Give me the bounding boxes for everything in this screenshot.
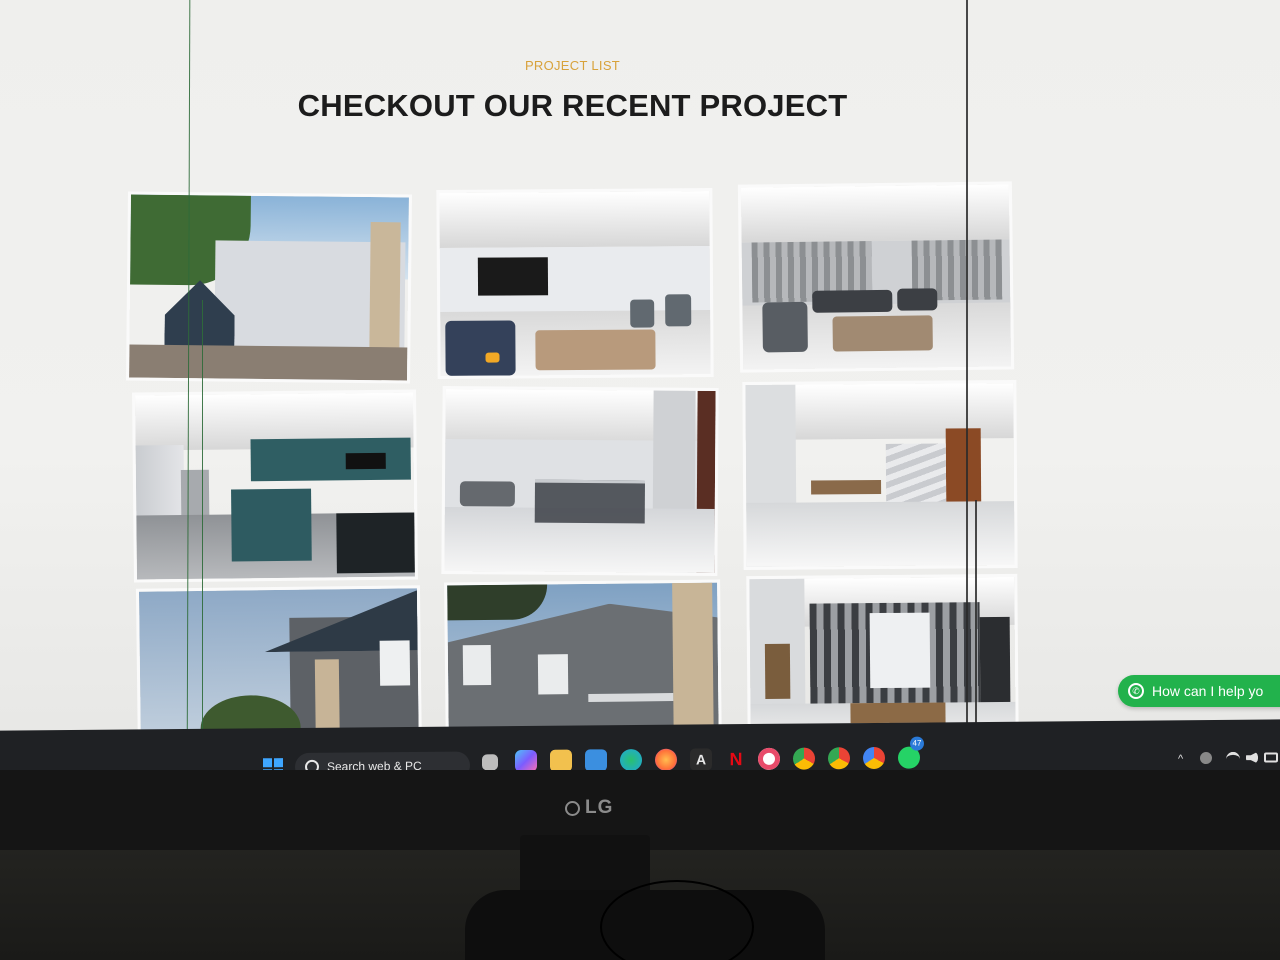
project-tile-hallway-glass-rail[interactable] <box>444 389 716 573</box>
copilot-icon[interactable] <box>515 749 537 773</box>
monitor-brand: LG <box>585 797 614 818</box>
divider-line-right-2 <box>975 500 977 760</box>
photo-frame: PROJECT LIST CHECKOUT OUR RECENT PROJECT <box>0 0 1280 960</box>
project-tile-living-room-sofas[interactable] <box>740 184 1012 370</box>
whatsapp-chip-label: How can I help yo <box>1152 683 1264 699</box>
chrome-icon[interactable] <box>793 747 815 770</box>
wifi-icon[interactable] <box>1226 751 1240 767</box>
record-icon[interactable] <box>758 747 780 770</box>
file-explorer-icon[interactable] <box>550 749 572 772</box>
webpage: PROJECT LIST CHECKOUT OUR RECENT PROJECT <box>0 0 1280 760</box>
whatsapp-tray-badge[interactable] <box>1200 752 1212 765</box>
whatsapp-badge: 47 <box>910 736 924 751</box>
divider-line-left-2 <box>202 300 203 760</box>
volume-icon[interactable] <box>1246 752 1258 764</box>
chrome-profile-m-icon[interactable] <box>828 747 850 770</box>
project-tile-kitchen-teal[interactable] <box>135 392 415 580</box>
store-icon[interactable] <box>585 749 607 772</box>
task-view-icon[interactable] <box>482 754 498 771</box>
lg-logo: LG <box>565 797 613 819</box>
edge-icon[interactable] <box>620 748 642 772</box>
battery-icon[interactable] <box>1264 752 1278 763</box>
monitor-screen: PROJECT LIST CHECKOUT OUR RECENT PROJECT <box>0 0 1280 760</box>
project-tile-living-room-tv[interactable] <box>439 191 711 376</box>
project-tile-exterior-house-front[interactable] <box>129 194 409 381</box>
whatsapp-chat-button[interactable]: ✆ How can I help yo <box>1118 675 1280 707</box>
adobe-icon[interactable]: A <box>690 748 712 771</box>
section-eyebrow: PROJECT LIST <box>524 58 621 73</box>
netflix-icon[interactable]: N <box>725 748 747 770</box>
whatsapp-icon: ✆ <box>1128 683 1144 699</box>
firefox-icon[interactable] <box>655 748 677 771</box>
section-heading: CHECKOUT OUR RECENT PROJECT <box>297 88 848 123</box>
tray-chevron-icon[interactable]: ^ <box>1178 753 1183 765</box>
chrome-profile-e-icon[interactable] <box>863 746 885 770</box>
divider-line-right <box>966 0 968 760</box>
